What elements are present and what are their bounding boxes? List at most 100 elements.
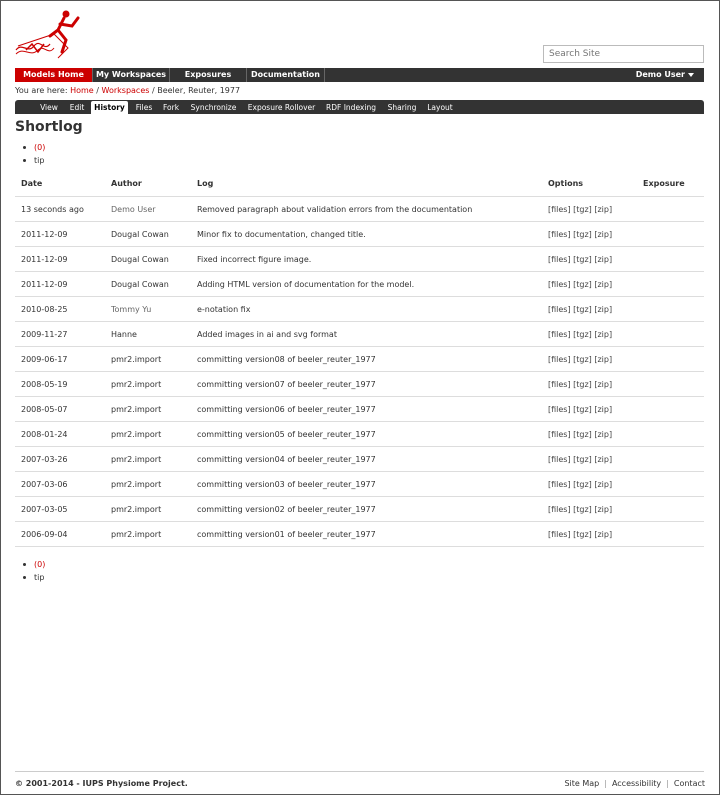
tab-fork[interactable]: Fork [160,101,182,114]
files-link[interactable]: [files] [548,280,571,289]
files-link[interactable]: [files] [548,330,571,339]
zip-link[interactable]: [zip] [594,330,612,339]
list-item: tip [22,571,45,584]
breadcrumb-workspaces-link[interactable]: Workspaces [102,86,150,95]
table-row: 2010-08-25 Tommy Yu e-notation fix [files] … [15,297,704,322]
zip-link[interactable]: [zip] [594,430,612,439]
cell-options: [files] [tgz] [zip] [548,472,612,497]
zip-link[interactable]: [zip] [594,230,612,239]
physiome-logo[interactable] [14,6,82,62]
files-link[interactable]: [files] [548,480,571,489]
cell-date: 2010-08-25 [21,305,68,314]
tgz-link[interactable]: [tgz] [573,405,592,414]
zip-link[interactable]: [zip] [594,255,612,264]
zip-link[interactable]: [zip] [594,480,612,489]
cell-date: 2007-03-26 [21,455,68,464]
zip-link[interactable]: [zip] [594,455,612,464]
cell-log: committing version05 of beeler_reuter_19… [197,430,376,439]
caret-down-icon [688,72,694,77]
cell-author: pmr2.import [111,480,162,489]
main-navbar: Models Home My Workspaces Exposures Docu… [15,68,704,82]
pager-zero-link[interactable]: (0) [34,143,45,152]
files-link[interactable]: [files] [548,380,571,389]
nav-my-workspaces[interactable]: My Workspaces [93,68,170,82]
tab-edit[interactable]: Edit [65,101,89,114]
files-link[interactable]: [files] [548,430,571,439]
breadcrumb-home-link[interactable]: Home [70,86,94,95]
tab-sharing[interactable]: Sharing [385,101,419,114]
tgz-link[interactable]: [tgz] [573,455,592,464]
files-link[interactable]: [files] [548,455,571,464]
files-link[interactable]: [files] [548,305,571,314]
files-link[interactable]: [files] [548,505,571,514]
zip-link[interactable]: [zip] [594,205,612,214]
cell-author[interactable]: Tommy Yu [111,297,151,322]
table-row: 2007-03-05 pmr2.import committing version0… [15,497,704,522]
files-link[interactable]: [files] [548,255,571,264]
nav-documentation[interactable]: Documentation [247,68,325,82]
cell-date: 2009-06-17 [21,355,68,364]
breadcrumb-current: Beeler, Reuter, 1977 [157,86,241,95]
shortlog-table: Date Author Log Options Exposure 13 seco… [15,171,704,547]
pager-zero-link[interactable]: (0) [34,560,45,569]
tgz-link[interactable]: [tgz] [573,255,592,264]
cell-log: Removed paragraph about validation error… [197,205,473,214]
footer-link-contact[interactable]: Contact [674,779,705,788]
column-header-author: Author [111,179,142,188]
tgz-link[interactable]: [tgz] [573,230,592,239]
cell-date: 2011-12-09 [21,255,68,264]
tab-view[interactable]: View [35,101,63,114]
nav-models-home[interactable]: Models Home [15,68,93,82]
footer-link-accessibility[interactable]: Accessibility [612,779,661,788]
zip-link[interactable]: [zip] [594,355,612,364]
cell-author: pmr2.import [111,405,162,414]
tgz-link[interactable]: [tgz] [573,280,592,289]
user-menu[interactable]: Demo User [636,68,694,82]
cell-log: Minor fix to documentation, changed titl… [197,230,366,239]
table-row: 2008-01-24 pmr2.import committing version0… [15,422,704,447]
tab-files[interactable]: Files [131,101,157,114]
files-link[interactable]: [files] [548,205,571,214]
files-link[interactable]: [files] [548,355,571,364]
pager-top: (0) tip [22,141,45,167]
zip-link[interactable]: [zip] [594,380,612,389]
tab-rdf-indexing[interactable]: RDF Indexing [323,101,379,114]
cell-date: 2009-11-27 [21,330,68,339]
cell-author: Dougal Cowan [111,280,169,289]
zip-link[interactable]: [zip] [594,530,612,539]
cell-log: committing version03 of beeler_reuter_19… [197,480,376,489]
tab-exposure-rollover[interactable]: Exposure Rollover [245,101,318,114]
cell-options: [files] [tgz] [zip] [548,422,612,447]
tgz-link[interactable]: [tgz] [573,380,592,389]
nav-exposures[interactable]: Exposures [170,68,247,82]
list-item: (0) [22,558,45,571]
zip-link[interactable]: [zip] [594,280,612,289]
files-link[interactable]: [files] [548,530,571,539]
tab-history[interactable]: History [91,101,128,114]
tgz-link[interactable]: [tgz] [573,505,592,514]
tgz-link[interactable]: [tgz] [573,305,592,314]
zip-link[interactable]: [zip] [594,305,612,314]
breadcrumb-prefix: You are here: [15,86,68,95]
tab-layout[interactable]: Layout [425,101,455,114]
tgz-link[interactable]: [tgz] [573,480,592,489]
tgz-link[interactable]: [tgz] [573,355,592,364]
breadcrumb-separator: / [151,86,155,95]
cell-author: pmr2.import [111,455,162,464]
zip-link[interactable]: [zip] [594,405,612,414]
tgz-link[interactable]: [tgz] [573,530,592,539]
zip-link[interactable]: [zip] [594,505,612,514]
tgz-link[interactable]: [tgz] [573,330,592,339]
cell-author[interactable]: Demo User [111,197,156,222]
footer-links: Site Map | Accessibility | Contact [564,779,705,788]
copyright: © 2001-2014 - IUPS Physiome Project. [15,779,188,788]
footer-link-site-map[interactable]: Site Map [564,779,599,788]
tgz-link[interactable]: [tgz] [573,430,592,439]
cell-author: pmr2.import [111,380,162,389]
files-link[interactable]: [files] [548,230,571,239]
tab-synchronize[interactable]: Synchronize [187,101,240,114]
files-link[interactable]: [files] [548,405,571,414]
breadcrumb-separator: / [96,86,99,95]
search-input[interactable] [543,45,704,63]
tgz-link[interactable]: [tgz] [573,205,592,214]
